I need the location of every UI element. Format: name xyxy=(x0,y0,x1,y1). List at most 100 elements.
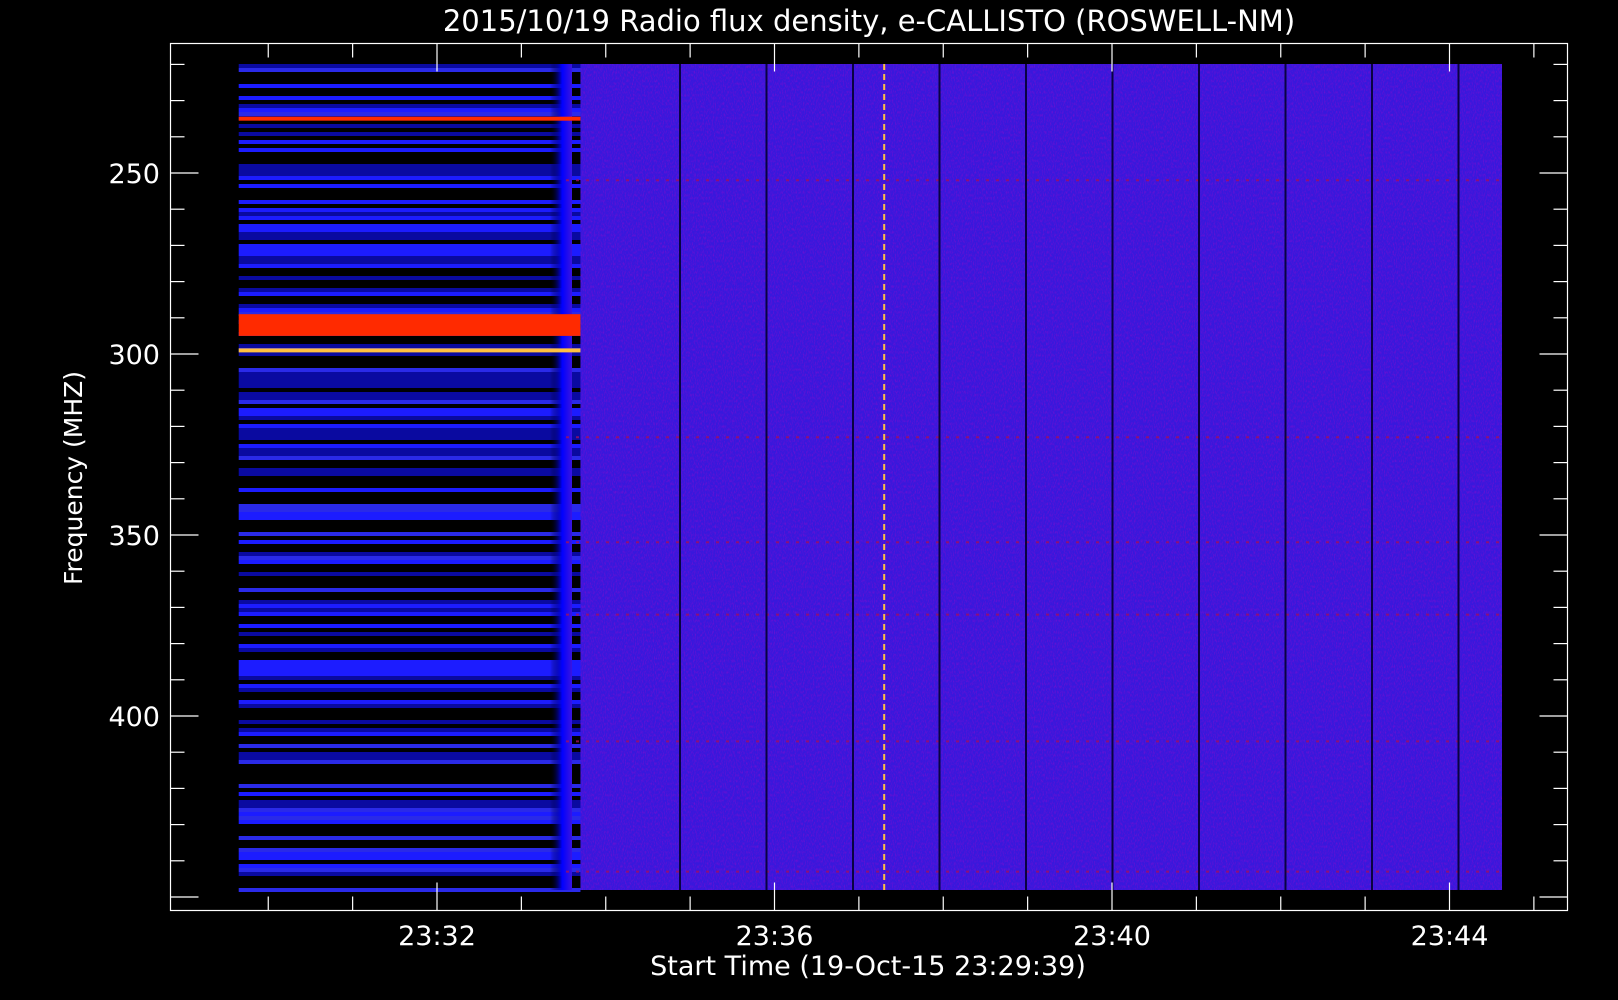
quiet-row xyxy=(238,524,581,528)
quiet-row xyxy=(238,808,581,812)
quiet-row xyxy=(238,636,581,640)
quiet-row xyxy=(238,620,581,624)
quiet-row xyxy=(238,224,581,228)
quiet-row xyxy=(238,644,581,648)
quiet-row xyxy=(238,64,581,68)
quiet-row xyxy=(238,280,581,284)
quiet-row xyxy=(238,204,581,208)
quiet-row xyxy=(238,452,581,456)
quiet-row xyxy=(238,368,581,372)
quiet-row xyxy=(238,300,581,304)
quiet-row xyxy=(238,376,581,380)
spectrogram-transition-edge xyxy=(550,64,572,890)
quiet-row xyxy=(238,792,581,796)
quiet-row xyxy=(238,744,581,748)
quiet-row xyxy=(238,156,581,160)
quiet-row xyxy=(238,76,581,80)
quiet-row xyxy=(238,796,581,800)
quiet-row xyxy=(238,84,581,88)
quiet-row xyxy=(238,528,581,532)
quiet-row xyxy=(238,436,581,440)
quiet-row xyxy=(238,180,581,184)
quiet-row xyxy=(238,468,581,472)
quiet-row xyxy=(238,276,581,280)
quiet-row xyxy=(238,616,581,620)
quiet-row xyxy=(238,424,581,428)
quiet-row xyxy=(238,740,581,744)
quiet-row xyxy=(238,416,581,420)
quiet-row xyxy=(238,544,581,548)
quiet-row xyxy=(238,664,581,668)
quiet-row xyxy=(238,244,581,248)
quiet-row xyxy=(238,488,581,492)
quiet-row xyxy=(238,508,581,512)
quiet-row xyxy=(238,756,581,760)
quiet-row xyxy=(238,220,581,224)
quiet-row xyxy=(238,512,581,516)
quiet-row xyxy=(238,476,581,480)
quiet-row xyxy=(238,240,581,244)
quiet-row xyxy=(238,140,581,144)
quiet-row xyxy=(238,668,581,672)
quiet-row xyxy=(238,860,581,864)
quiet-row xyxy=(238,132,581,136)
x-tick-label: 23:36 xyxy=(736,921,814,952)
quiet-row xyxy=(238,836,581,840)
quiet-row xyxy=(238,652,581,656)
quiet-row xyxy=(238,872,581,876)
quiet-row xyxy=(238,440,581,444)
quiet-row xyxy=(238,428,581,432)
quiet-row xyxy=(238,360,581,364)
quiet-row xyxy=(238,764,581,768)
quiet-row xyxy=(238,532,581,536)
spectrogram-chart: 2015/10/19 Radio flux density, e-CALLIST… xyxy=(0,0,1618,1000)
quiet-row xyxy=(238,248,581,252)
quiet-row xyxy=(238,712,581,716)
quiet-row xyxy=(238,772,581,776)
quiet-row xyxy=(238,880,581,884)
quiet-row xyxy=(238,400,581,404)
quiet-row xyxy=(238,444,581,448)
x-tick-label: 23:40 xyxy=(1073,921,1151,952)
quiet-row xyxy=(238,216,581,220)
quiet-row xyxy=(238,692,581,696)
quiet-row xyxy=(238,828,581,832)
quiet-row xyxy=(238,560,581,564)
quiet-row xyxy=(238,864,581,868)
quiet-row xyxy=(238,704,581,708)
quiet-row xyxy=(238,336,581,340)
quiet-row xyxy=(238,184,581,188)
quiet-row xyxy=(238,340,581,344)
quiet-row xyxy=(238,464,581,468)
quiet-row xyxy=(238,252,581,256)
quiet-row xyxy=(238,112,581,116)
quiet-row xyxy=(238,576,581,580)
quiet-row xyxy=(238,308,581,312)
y-axis-label: Frequency (MHZ) xyxy=(59,371,88,585)
quiet-row xyxy=(238,264,581,268)
quiet-row xyxy=(238,656,581,660)
quiet-row xyxy=(238,176,581,180)
burst-line xyxy=(238,116,581,121)
quiet-row xyxy=(238,456,581,460)
quiet-row xyxy=(238,88,581,92)
quiet-row xyxy=(238,720,581,724)
quiet-row xyxy=(238,628,581,632)
quiet-row xyxy=(238,160,581,164)
quiet-row xyxy=(238,448,581,452)
x-tick-label: 23:44 xyxy=(1411,921,1489,952)
y-tick-label: 350 xyxy=(108,521,160,552)
quiet-row xyxy=(238,236,581,240)
quiet-row xyxy=(238,632,581,636)
quiet-row xyxy=(238,284,581,288)
quiet-row xyxy=(238,136,581,140)
quiet-row xyxy=(238,492,581,496)
quiet-row xyxy=(238,780,581,784)
spectrogram-quiet-region xyxy=(238,64,581,892)
quiet-row xyxy=(238,788,581,792)
quiet-row xyxy=(238,152,581,156)
quiet-row xyxy=(238,612,581,616)
quiet-row xyxy=(238,824,581,828)
quiet-row xyxy=(238,820,581,824)
x-axis-label: Start Time (19-Oct-15 23:29:39) xyxy=(650,951,1086,982)
